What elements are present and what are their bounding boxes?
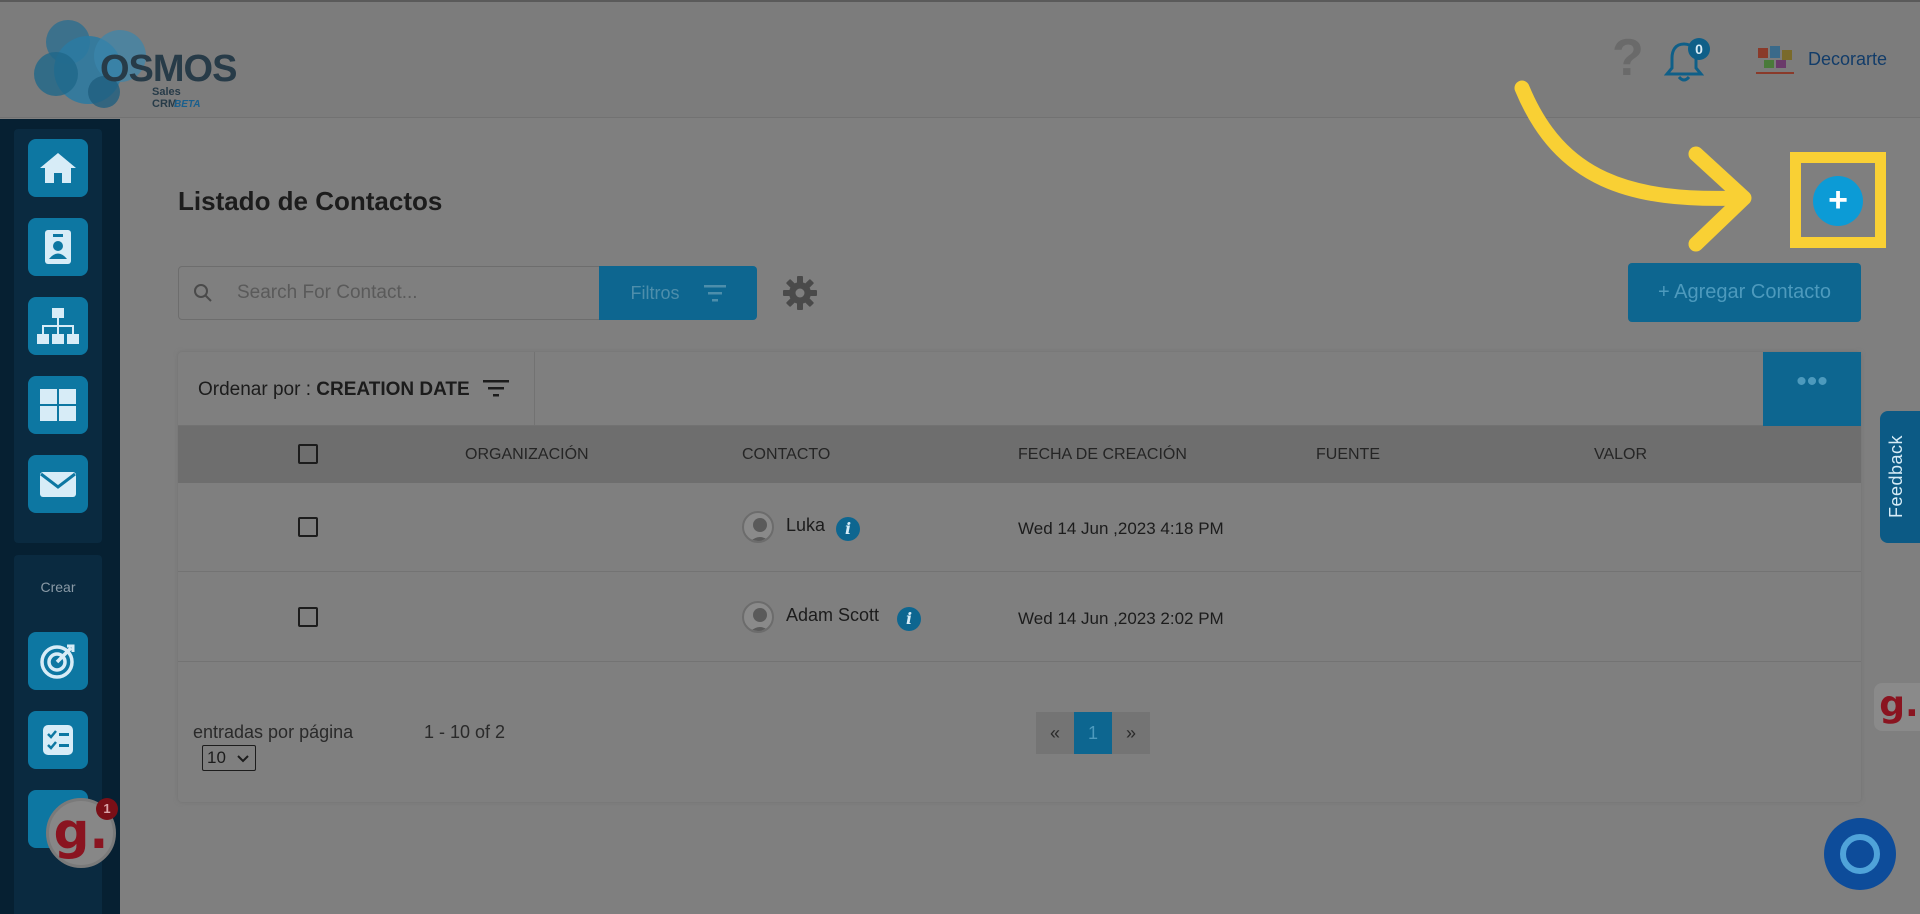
info-icon[interactable]: i: [897, 607, 921, 631]
grid-icon: [40, 389, 76, 421]
company-name[interactable]: Decorarte: [1808, 49, 1887, 70]
sort-value: CREATION DATE: [316, 379, 470, 400]
column-contact[interactable]: CONTACTO: [742, 446, 830, 464]
table-toolbar: Ordenar por : CREATION DATE •••: [178, 352, 1861, 426]
sidebar-create-task[interactable]: [28, 711, 88, 769]
sidebar-main-group: [14, 129, 102, 543]
sidebar-item-dashboard[interactable]: [28, 376, 88, 434]
g-assistant-badge: 1: [96, 798, 118, 820]
mail-icon: [40, 472, 76, 497]
contact-name[interactable]: Luka: [786, 515, 825, 536]
per-page-label: entradas por página: [193, 722, 354, 742]
contact-card-icon: [45, 230, 71, 264]
contact-name[interactable]: Adam Scott: [786, 605, 879, 626]
notification-count-badge: 0: [1688, 38, 1710, 60]
sort-icon: [482, 380, 509, 397]
filter-button[interactable]: Filtros: [599, 266, 757, 320]
pagination-prev[interactable]: «: [1036, 712, 1074, 754]
pagination-current[interactable]: 1: [1074, 712, 1112, 754]
created-date: Wed 14 Jun ,2023 2:02 PM: [1018, 609, 1224, 628]
sidebar-item-contacts[interactable]: [28, 218, 88, 276]
task-list-icon: [43, 725, 73, 755]
filter-button-label: Filtros: [630, 282, 680, 303]
page-title: Listado de Contactos: [178, 186, 443, 216]
column-source[interactable]: FUENTE: [1316, 446, 1380, 464]
sidebar-create-label: Crear: [40, 579, 76, 595]
sidebar-item-organizations[interactable]: [28, 297, 88, 355]
contacts-table-card: Ordenar por : CREATION DATE ••• ORGANIZA…: [178, 352, 1861, 802]
pagination: « 1 »: [1036, 712, 1150, 754]
org-chart-icon: [37, 308, 79, 344]
chevron-down-icon: [237, 755, 249, 763]
user-silhouette-icon: [750, 608, 770, 631]
search-input[interactable]: [237, 267, 587, 319]
sidebar-create-deal[interactable]: [28, 632, 88, 690]
search-box: [178, 266, 600, 320]
sort-control[interactable]: Ordenar por : CREATION DATE: [198, 378, 509, 401]
pagination-next[interactable]: »: [1112, 712, 1150, 754]
sidebar: Crear: [0, 119, 120, 914]
column-organization[interactable]: ORGANIZACIÓN: [465, 446, 589, 464]
column-created[interactable]: FECHA DE CREACIÓN: [1018, 446, 1187, 464]
feedback-label: Feedback: [1886, 434, 1906, 518]
filter-icon: [703, 285, 726, 302]
osmos-logo[interactable]: OSMOS Sales CRM BETA: [28, 12, 237, 112]
table-row[interactable]: Adam Scott i Wed 14 Jun ,2023 2:02 PM: [178, 573, 1861, 662]
select-all-checkbox[interactable]: [298, 444, 318, 464]
target-icon: [40, 644, 75, 679]
quick-add-button[interactable]: +: [1813, 176, 1863, 226]
logo-beta-tag: BETA: [174, 99, 201, 110]
sidebar-item-home[interactable]: [28, 139, 88, 197]
logo-word: OSMOS: [100, 48, 237, 90]
more-options-button[interactable]: •••: [1763, 352, 1861, 426]
search-icon: [194, 284, 212, 302]
chat-ring-icon: [1840, 834, 1880, 874]
per-page-value: 10: [207, 748, 226, 767]
user-silhouette-icon: [750, 518, 770, 541]
pagination-range: 1 - 10 of 2: [424, 722, 506, 742]
row-checkbox[interactable]: [298, 517, 318, 537]
table-header: ORGANIZACIÓN CONTACTO FECHA DE CREACIÓN …: [178, 426, 1861, 483]
created-date: Wed 14 Jun ,2023 4:18 PM: [1018, 519, 1224, 538]
toolbar-divider: [534, 352, 535, 426]
table-row[interactable]: Luka i Wed 14 Jun ,2023 4:18 PM: [178, 483, 1861, 572]
tutorial-arrow-icon: [1514, 80, 1752, 252]
add-contact-button[interactable]: + Agregar Contacto: [1628, 263, 1861, 322]
avatar: [742, 511, 774, 543]
g-assistant-side-widget[interactable]: g.: [1874, 683, 1920, 731]
per-page-select[interactable]: 10: [202, 745, 256, 771]
row-checkbox[interactable]: [298, 607, 318, 627]
home-icon: [40, 153, 76, 183]
gear-icon[interactable]: [782, 275, 818, 311]
column-value[interactable]: VALOR: [1594, 446, 1647, 464]
avatar: [742, 601, 774, 633]
info-icon[interactable]: i: [836, 517, 860, 541]
sidebar-item-email[interactable]: [28, 455, 88, 513]
sort-label: Ordenar por :: [198, 379, 317, 400]
